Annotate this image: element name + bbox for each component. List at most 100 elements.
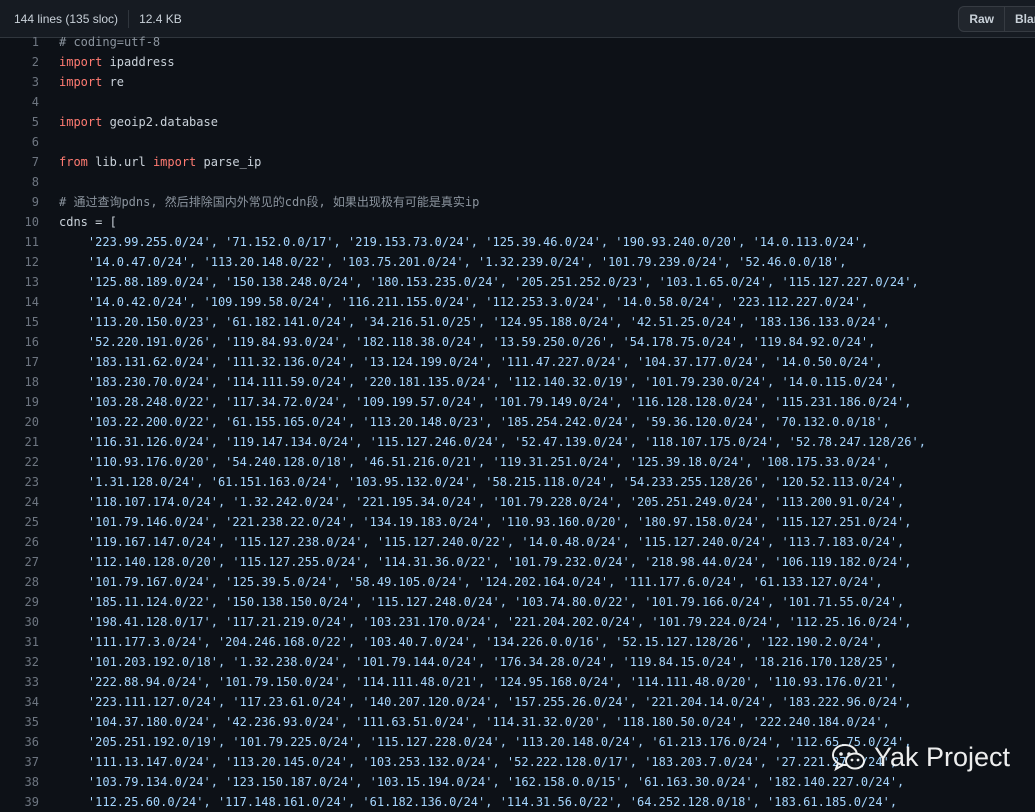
string-token: '183.230.70.0/24', '114.111.59.0/24', '2… xyxy=(59,375,898,389)
line-content: '116.31.126.0/24', '119.147.134.0/24', '… xyxy=(59,432,926,452)
line-content: '101.203.192.0/18', '1.32.238.0/24', '10… xyxy=(59,652,897,672)
raw-button[interactable]: Raw xyxy=(958,5,1005,32)
string-token: '223.99.255.0/24', '71.152.0.0/17', '219… xyxy=(59,235,869,249)
line-number[interactable]: 36 xyxy=(0,732,59,752)
line-content: import ipaddress xyxy=(59,52,175,72)
line-number[interactable]: 37 xyxy=(0,752,59,772)
line-number[interactable]: 6 xyxy=(0,132,59,152)
line-number[interactable]: 30 xyxy=(0,612,59,632)
line-number[interactable]: 34 xyxy=(0,692,59,712)
line-number[interactable]: 7 xyxy=(0,152,59,172)
code-line: 11 '223.99.255.0/24', '71.152.0.0/17', '… xyxy=(0,232,1035,252)
line-number[interactable]: 12 xyxy=(0,252,59,272)
line-number[interactable]: 13 xyxy=(0,272,59,292)
string-token: '183.131.62.0/24', '111.32.136.0/24', '1… xyxy=(59,355,883,369)
line-number[interactable]: 14 xyxy=(0,292,59,312)
line-number[interactable]: 31 xyxy=(0,632,59,652)
line-content: '111.13.147.0/24', '113.20.145.0/24', '1… xyxy=(59,752,897,772)
line-number[interactable]: 23 xyxy=(0,472,59,492)
line-content: '111.177.3.0/24', '204.246.168.0/22', '1… xyxy=(59,632,883,652)
code-line: 28 '101.79.167.0/24', '125.39.5.0/24', '… xyxy=(0,572,1035,592)
code-token: parse_ip xyxy=(196,155,262,169)
line-content: '125.88.189.0/24', '150.138.248.0/24', '… xyxy=(59,272,919,292)
line-number[interactable]: 26 xyxy=(0,532,59,552)
code-line: 22 '110.93.176.0/20', '54.240.128.0/18',… xyxy=(0,452,1035,472)
code-line: 4 xyxy=(0,92,1035,112)
line-number[interactable]: 18 xyxy=(0,372,59,392)
code-line: 24 '118.107.174.0/24', '1.32.242.0/24', … xyxy=(0,492,1035,512)
code-token: cdns = [ xyxy=(59,215,117,229)
line-content: '14.0.47.0/24', '113.20.148.0/22', '103.… xyxy=(59,252,847,272)
code-line: 6 xyxy=(0,132,1035,152)
code-line: 2 import ipaddress xyxy=(0,52,1035,72)
line-content: '183.131.62.0/24', '111.32.136.0/24', '1… xyxy=(59,352,883,372)
string-token: '198.41.128.0/17', '117.21.219.0/24', '1… xyxy=(59,615,912,629)
string-token: '111.177.3.0/24', '204.246.168.0/22', '1… xyxy=(59,635,883,649)
line-content: '118.107.174.0/24', '1.32.242.0/24', '22… xyxy=(59,492,904,512)
comment-token: # 通过查询pdns, 然后排除国内外常见的cdn段, 如果出现极有可能是真实i… xyxy=(59,195,480,209)
keyword-token: import xyxy=(59,55,103,69)
string-token: '222.88.94.0/24', '101.79.150.0/24', '11… xyxy=(59,675,898,689)
line-content: '104.37.180.0/24', '42.236.93.0/24', '11… xyxy=(59,712,890,732)
line-content: import re xyxy=(59,72,124,92)
line-content: '112.25.60.0/24', '117.148.161.0/24', '6… xyxy=(59,792,897,812)
line-number[interactable]: 15 xyxy=(0,312,59,332)
code-token: geoip2.database xyxy=(102,115,218,129)
string-token: '116.31.126.0/24', '119.147.134.0/24', '… xyxy=(59,435,926,449)
line-number[interactable]: 9 xyxy=(0,192,59,212)
line-number[interactable]: 10 xyxy=(0,212,59,232)
line-number[interactable]: 27 xyxy=(0,552,59,572)
line-number[interactable]: 3 xyxy=(0,72,59,92)
line-number[interactable]: 29 xyxy=(0,592,59,612)
string-token: '185.11.124.0/22', '150.138.150.0/24', '… xyxy=(59,595,905,609)
line-content: cdns = [ xyxy=(59,212,117,232)
line-number[interactable]: 35 xyxy=(0,712,59,732)
line-number[interactable]: 22 xyxy=(0,452,59,472)
file-info: 144 lines (135 sloc) 12.4 KB xyxy=(14,9,182,28)
line-content: '185.11.124.0/22', '150.138.150.0/24', '… xyxy=(59,592,904,612)
line-number[interactable]: 5 xyxy=(0,112,59,132)
file-size: 12.4 KB xyxy=(139,11,182,26)
line-number[interactable]: 39 xyxy=(0,792,59,812)
comment-token: # coding=utf-8 xyxy=(59,35,161,49)
string-token: '118.107.174.0/24', '1.32.242.0/24', '22… xyxy=(59,495,905,509)
string-token: '104.37.180.0/24', '42.236.93.0/24', '11… xyxy=(59,715,890,729)
line-number[interactable]: 8 xyxy=(0,172,59,192)
string-token: '125.88.189.0/24', '150.138.248.0/24', '… xyxy=(59,275,919,289)
line-number[interactable]: 11 xyxy=(0,232,59,252)
watermark: Yak Project xyxy=(832,742,1010,773)
line-content: '198.41.128.0/17', '117.21.219.0/24', '1… xyxy=(59,612,912,632)
string-token: '101.203.192.0/18', '1.32.238.0/24', '10… xyxy=(59,655,898,669)
keyword-token: from xyxy=(59,155,88,169)
line-number[interactable]: 28 xyxy=(0,572,59,592)
line-number[interactable]: 38 xyxy=(0,772,59,792)
line-number[interactable]: 32 xyxy=(0,652,59,672)
line-content: '101.79.167.0/24', '125.39.5.0/24', '58.… xyxy=(59,572,883,592)
line-number[interactable]: 1 xyxy=(0,32,59,52)
line-content: from lib.url import parse_ip xyxy=(59,152,261,172)
string-token: '101.79.167.0/24', '125.39.5.0/24', '58.… xyxy=(59,575,883,589)
line-number[interactable]: 16 xyxy=(0,332,59,352)
string-token: '113.20.150.0/23', '61.182.141.0/24', '3… xyxy=(59,315,890,329)
code-line: 13 '125.88.189.0/24', '150.138.248.0/24'… xyxy=(0,272,1035,292)
blame-button[interactable]: Blame xyxy=(1005,5,1035,32)
line-number[interactable]: 24 xyxy=(0,492,59,512)
code-line: 38 '103.79.134.0/24', '123.150.187.0/24'… xyxy=(0,772,1035,792)
watermark-text: Yak Project xyxy=(874,742,1011,772)
line-content: import geoip2.database xyxy=(59,112,218,132)
code-line: 12 '14.0.47.0/24', '113.20.148.0/22', '1… xyxy=(0,252,1035,272)
line-content: '119.167.147.0/24', '115.127.238.0/24', … xyxy=(59,532,904,552)
line-number[interactable]: 25 xyxy=(0,512,59,532)
line-content: '1.31.128.0/24', '61.151.163.0/24', '103… xyxy=(59,472,904,492)
line-number[interactable]: 4 xyxy=(0,92,59,112)
line-number[interactable]: 2 xyxy=(0,52,59,72)
keyword-token: import xyxy=(59,75,103,89)
code-line: 34 '223.111.127.0/24', '117.23.61.0/24',… xyxy=(0,692,1035,712)
line-number[interactable]: 20 xyxy=(0,412,59,432)
line-number[interactable]: 19 xyxy=(0,392,59,412)
line-number[interactable]: 17 xyxy=(0,352,59,372)
line-number[interactable]: 33 xyxy=(0,672,59,692)
string-token: '119.167.147.0/24', '115.127.238.0/24', … xyxy=(59,535,905,549)
line-number[interactable]: 21 xyxy=(0,432,59,452)
code-token: lib.url xyxy=(87,155,153,169)
